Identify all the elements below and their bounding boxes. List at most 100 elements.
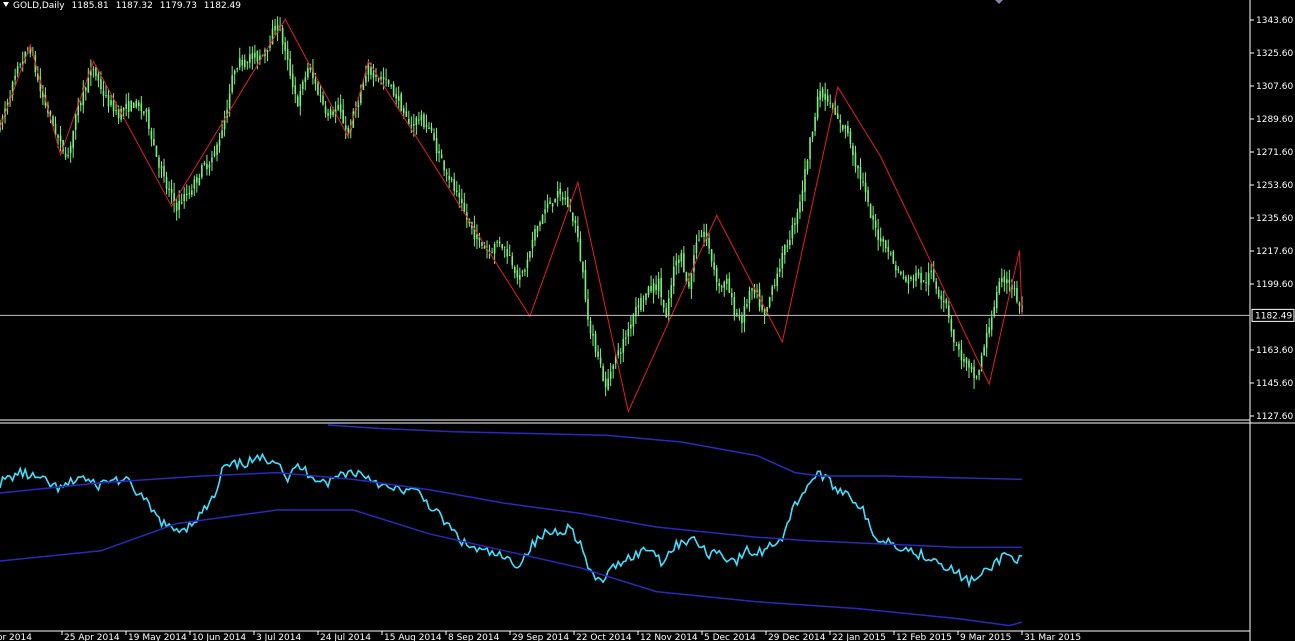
candle-body xyxy=(455,190,458,193)
candle-body xyxy=(741,314,743,324)
candle-body xyxy=(824,93,826,100)
candle-body xyxy=(327,113,329,116)
candle-body xyxy=(551,203,554,207)
candle-body xyxy=(652,283,655,293)
time-tick-label: 5 Dec 2014 xyxy=(704,633,756,641)
time-tick-label: 8 Sep 2014 xyxy=(448,633,500,641)
candle-body xyxy=(690,273,693,290)
candle-body xyxy=(975,376,978,378)
candle-body xyxy=(786,245,789,247)
candle-body xyxy=(135,100,138,108)
candle-body xyxy=(842,124,844,130)
time-tick-label: 3 Jul 2014 xyxy=(256,633,301,641)
time-tick-label: 19 May 2014 xyxy=(128,633,187,641)
candle-body xyxy=(317,83,319,95)
candle-body xyxy=(208,164,211,168)
candle-body xyxy=(713,262,715,270)
candle-body xyxy=(915,273,917,281)
candle-body xyxy=(778,268,781,272)
candle-body xyxy=(536,225,539,232)
candle-body xyxy=(637,305,640,308)
candle-body xyxy=(423,114,425,128)
candle-body xyxy=(662,300,665,308)
candle-body xyxy=(180,202,183,204)
candle-body xyxy=(243,59,246,68)
candle-body xyxy=(463,202,466,212)
candle-body xyxy=(574,220,577,224)
candle-body xyxy=(612,365,614,370)
candle-body xyxy=(731,293,733,298)
candle-body xyxy=(370,67,372,75)
candle-body xyxy=(834,107,837,115)
candle-body xyxy=(619,352,622,354)
candle-body xyxy=(554,198,556,203)
candle-body xyxy=(698,239,700,241)
candle-body xyxy=(160,166,163,169)
candle-body xyxy=(577,225,579,238)
candle-body xyxy=(153,139,155,146)
indicator-panel xyxy=(0,424,1023,627)
price-chart[interactable]: 1343.60 1325.60 1307.60 1289.60 1271.60 1253.… xyxy=(0,0,1295,641)
candle-body xyxy=(678,259,680,264)
candle-body xyxy=(667,298,670,315)
candle-body xyxy=(420,115,423,121)
candle-body xyxy=(546,203,549,209)
candle-body xyxy=(185,193,188,196)
candle-body xyxy=(940,295,943,300)
time-tick-label: 24 Jul 2014 xyxy=(320,633,371,641)
candle-body xyxy=(607,378,609,390)
candle-body xyxy=(693,255,695,272)
candle-body xyxy=(642,300,645,302)
candle-body xyxy=(206,163,208,170)
candle-body xyxy=(372,72,375,78)
candle-body xyxy=(332,111,334,116)
candle-body xyxy=(254,52,256,58)
candle-body xyxy=(435,137,438,154)
candle-body xyxy=(110,100,112,106)
candle-body xyxy=(794,222,796,225)
candle-body xyxy=(599,357,602,364)
candle-body xyxy=(584,269,587,300)
candle-body xyxy=(884,240,887,249)
candle-body xyxy=(231,75,233,93)
candle-body xyxy=(932,270,935,281)
candle-body xyxy=(29,49,32,54)
candle-body xyxy=(897,268,900,271)
candle-body xyxy=(450,178,453,180)
candle-body xyxy=(274,25,276,31)
candle-body xyxy=(877,229,879,240)
candle-body xyxy=(387,79,390,84)
candle-body xyxy=(1018,303,1021,306)
candle-body xyxy=(660,277,662,298)
candle-body xyxy=(506,248,509,257)
candle-body xyxy=(920,273,922,283)
candle-body xyxy=(95,67,97,77)
candle-body xyxy=(948,305,950,318)
candle-body xyxy=(289,58,291,76)
candle-body xyxy=(105,95,107,97)
candle-body xyxy=(137,102,140,107)
candle-body xyxy=(809,137,811,160)
candle-body xyxy=(367,65,370,75)
candle-body xyxy=(665,308,667,318)
candle-body xyxy=(438,151,440,154)
candle-body xyxy=(392,84,395,96)
candle-body xyxy=(521,271,524,273)
candle-body xyxy=(650,286,652,292)
candle-body xyxy=(905,276,907,282)
candle-body xyxy=(572,212,574,222)
candle-body xyxy=(995,292,998,309)
candle-body xyxy=(814,117,816,132)
candle-body xyxy=(645,293,647,301)
candle-body xyxy=(559,188,562,195)
candle-body xyxy=(115,110,117,112)
time-tick-label: 12 Nov 2014 xyxy=(640,633,698,641)
candle-body xyxy=(539,222,541,226)
candle-body xyxy=(604,378,607,388)
candle-body xyxy=(781,252,784,269)
candle-body xyxy=(761,305,763,310)
candle-body xyxy=(718,283,720,287)
candle-body xyxy=(625,337,627,339)
candle-body xyxy=(720,285,723,288)
candle-body xyxy=(771,286,773,295)
